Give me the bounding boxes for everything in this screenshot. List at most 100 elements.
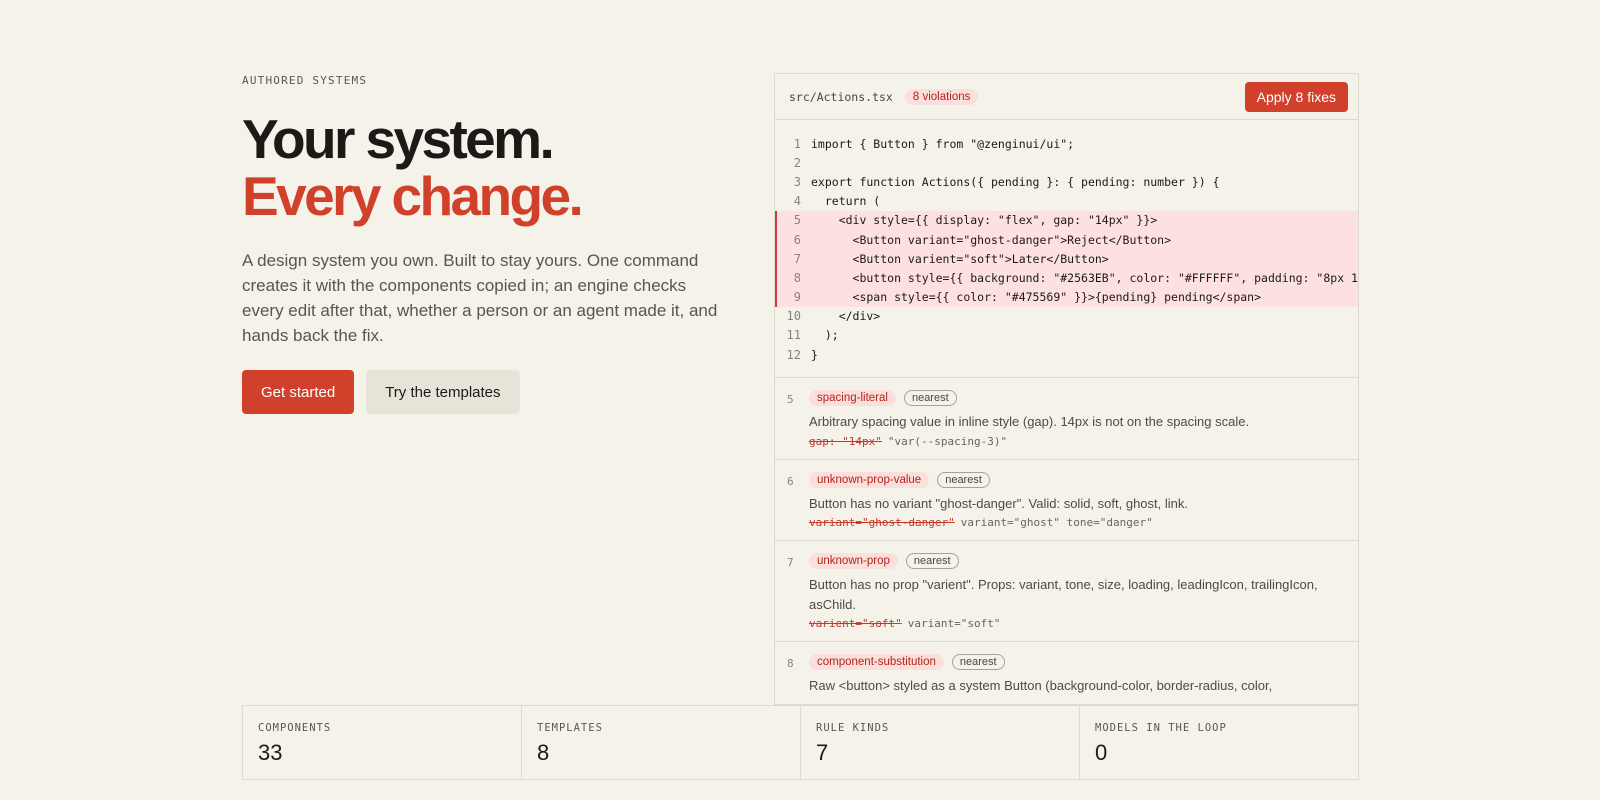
try-templates-button[interactable]: Try the templates	[366, 370, 520, 414]
violation-body: component-substitution nearest Raw <button…	[809, 654, 1344, 696]
violation-line-number: 6	[787, 474, 794, 488]
eyebrow: AUTHORED SYSTEMS	[242, 74, 368, 87]
violation-message: Raw <button> styled as a system Button (…	[809, 678, 1273, 694]
rule-tag: component-substitution	[809, 654, 944, 671]
stat-value: 0	[1095, 740, 1108, 765]
code-line: 10 </div>	[775, 307, 1358, 326]
hero: AUTHORED SYSTEMS Your system. Every chan…	[242, 74, 722, 414]
violation-item[interactable]: 8 component-substitution nearest Raw <butto…	[775, 642, 1358, 704]
fix-new-value: variant="soft"	[907, 617, 1001, 631]
line-number: 5	[793, 213, 801, 228]
line-number: 10	[786, 309, 801, 324]
violations-badge: 8 violations	[904, 88, 979, 105]
violation-line-number: 8	[787, 657, 794, 671]
nearest-tag: nearest	[937, 471, 990, 488]
stat-cell: RULE KINDS 7	[801, 706, 1080, 779]
line-number: 7	[793, 251, 801, 266]
fix-new-value: variant="ghost" tone="danger"	[960, 516, 1153, 530]
violation-body: spacing-literal nearest Arbitrary spacing …	[809, 390, 1344, 448]
apply-fixes-button[interactable]: Apply 8 fixes	[1244, 81, 1348, 112]
code-view: 1 import { Button } from "@zenginui/ui"; 2…	[775, 120, 1358, 379]
nearest-tag: nearest	[905, 553, 959, 570]
code-line: 3 export function Actions({ pending }: { …	[775, 172, 1358, 191]
stat-value: 33	[258, 740, 283, 765]
headline: Your system. Every change.	[242, 111, 722, 225]
code-text: }	[811, 347, 818, 362]
violations-list: 5 spacing-literal nearest Arbitrary spacing…	[775, 378, 1358, 704]
violation-tags: spacing-literal nearest	[809, 390, 1344, 407]
code-line: 4 return (	[775, 192, 1358, 211]
violation-fix: variant="ghost-danger" variant="ghost" to…	[809, 516, 1344, 529]
headline-line-2: Every change.	[242, 165, 584, 227]
violation-item[interactable]: 5 spacing-literal nearest Arbitrary spacing…	[775, 378, 1358, 460]
line-number: 4	[793, 194, 801, 209]
file-name: src/Actions.tsx	[789, 89, 893, 104]
violation-item[interactable]: 7 unknown-prop nearest Button has no prop "…	[775, 541, 1358, 643]
code-text: <button style={{ background: "#2563EB", …	[811, 270, 1358, 285]
code-text: </div>	[811, 309, 881, 324]
rule-tag: unknown-prop-value	[809, 471, 930, 488]
code-text: <span style={{ color: "#475569" }}>{pend…	[811, 290, 1262, 305]
fix-old-value: variant="ghost-danger"	[809, 516, 955, 530]
violation-body: unknown-prop-value nearest Button has no v…	[809, 471, 1344, 529]
stat-cell: MODELS IN THE LOOP 0	[1080, 706, 1358, 779]
stat-label: RULE KINDS	[816, 722, 890, 734]
code-line: 2	[775, 153, 1358, 172]
fix-old-value: varient="soft"	[809, 617, 902, 631]
code-text: export function Actions({ pending }: { p…	[811, 174, 1220, 189]
violation-tags: component-substitution nearest	[809, 654, 1344, 671]
panel-header: src/Actions.tsx 8 violations Apply 8 fix…	[775, 74, 1358, 120]
nearest-tag: nearest	[903, 390, 957, 407]
violation-fix: gap: "14px" "var(--spacing-3)"	[809, 435, 1344, 448]
code-line: 6 <Button variant="ghost-danger">Reject<…	[775, 229, 1358, 250]
line-number: 12	[786, 347, 801, 362]
code-line: 8 <button style={{ background: "#2563EB"…	[775, 268, 1358, 288]
violation-item[interactable]: 6 unknown-prop-value nearest Button has no …	[775, 460, 1358, 542]
fix-old-value: gap: "14px"	[809, 434, 882, 448]
violation-tags: unknown-prop-value nearest	[809, 471, 1344, 488]
headline-line-1: Your system.	[242, 108, 555, 170]
line-number: 3	[793, 174, 801, 189]
code-text: );	[811, 328, 839, 343]
line-number: 9	[793, 290, 801, 305]
stats-bar: COMPONENTS 33 TEMPLATES 8 RULE KINDS 7 MODELS …	[242, 705, 1359, 780]
violation-fix: varient="soft" variant="soft"	[809, 617, 1344, 630]
stat-value: 8	[537, 740, 550, 765]
code-text: <Button variant="ghost-danger">Reject</B…	[811, 232, 1172, 247]
code-line: 5 <div style={{ display: "flex", gap: "1…	[775, 210, 1358, 230]
code-text: <div style={{ display: "flex", gap: "14p…	[811, 213, 1158, 228]
code-text: return (	[811, 194, 881, 209]
line-number: 11	[786, 328, 801, 343]
line-number: 2	[793, 155, 801, 170]
get-started-button[interactable]: Get started	[242, 370, 355, 414]
violation-line-number: 7	[787, 556, 794, 570]
fix-new-value: "var(--spacing-3)"	[887, 434, 1008, 448]
code-text: import { Button } from "@zenginui/ui";	[811, 136, 1075, 151]
line-number: 1	[793, 136, 801, 151]
rule-tag: unknown-prop	[809, 553, 898, 570]
stat-cell: TEMPLATES 8	[522, 706, 801, 779]
lede: A design system you own. Built to stay y…	[242, 251, 718, 345]
nearest-tag: nearest	[951, 654, 1005, 671]
violation-tags: unknown-prop nearest	[809, 553, 1344, 570]
code-text: <Button varient="soft">Later</Button>	[811, 251, 1109, 266]
violation-line-number: 5	[787, 393, 794, 407]
lint-panel: src/Actions.tsx 8 violations Apply 8 fix…	[774, 73, 1359, 705]
stat-cell: COMPONENTS 33	[243, 706, 522, 779]
code-line: 11 );	[775, 326, 1358, 345]
stat-value: 7	[816, 740, 829, 765]
stat-label: COMPONENTS	[258, 722, 332, 734]
code-line: 9 <span style={{ color: "#475569" }}>{pe…	[775, 287, 1358, 307]
code-line: 1 import { Button } from "@zenginui/ui";	[775, 134, 1358, 153]
violation-message: Button has no prop "varient". Props: var…	[809, 577, 1318, 612]
code-line: 7 <Button varient="soft">Later</Button>	[775, 249, 1358, 269]
stat-label: TEMPLATES	[537, 722, 603, 734]
rule-tag: spacing-literal	[809, 390, 896, 407]
line-number: 8	[793, 270, 801, 285]
line-number: 6	[793, 232, 801, 247]
violation-message: Arbitrary spacing value in inline style …	[809, 414, 1250, 430]
code-line: 12}	[775, 345, 1358, 364]
stat-label: MODELS IN THE LOOP	[1095, 722, 1227, 734]
violation-body: unknown-prop nearest Button has no prop "v…	[809, 553, 1344, 630]
violation-message: Button has no variant "ghost-danger". Va…	[809, 495, 1188, 511]
